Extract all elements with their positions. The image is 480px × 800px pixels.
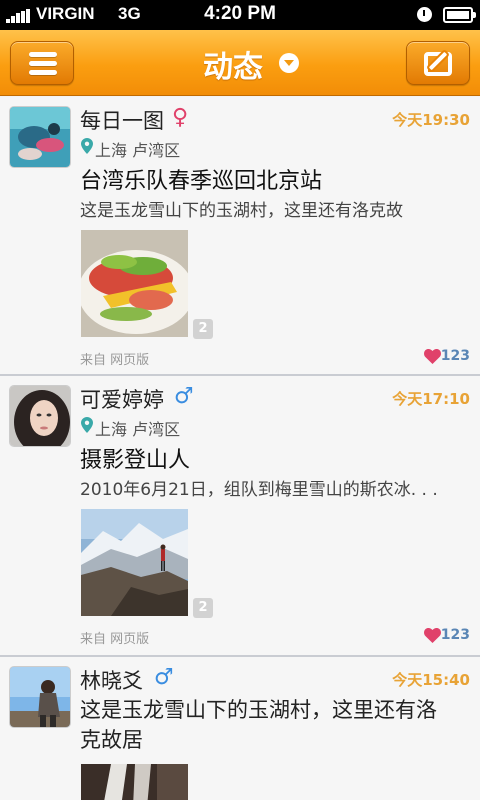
location-label: 上海 卢湾区: [95, 141, 181, 160]
feed-list: 每日一图 ♀ 今天19:30 上海 卢湾区 台湾乐队春季巡回北京站 这是玉龙雪山…: [0, 97, 480, 800]
avatar[interactable]: [9, 666, 71, 728]
post-photo[interactable]: [81, 230, 188, 337]
like-count: 123: [440, 627, 470, 643]
compose-button[interactable]: [406, 41, 470, 85]
female-icon: ♀: [172, 105, 189, 130]
like-count: 123: [440, 348, 470, 364]
post-time: 今天15:40: [392, 671, 470, 689]
male-icon: ♂: [154, 665, 174, 690]
location-pin-icon: [81, 138, 93, 154]
location-label: 上海 卢湾区: [95, 420, 181, 439]
image-count-badge: 2: [193, 319, 213, 339]
feed-item[interactable]: 可爱婷婷 ♂ 今天17:10 上海 卢湾区 摄影登山人 2010年6月21日，组…: [0, 376, 480, 657]
post-time: 今天17:10: [392, 390, 470, 408]
page-title[interactable]: 动态: [203, 42, 263, 86]
post-time: 今天19:30: [392, 111, 470, 129]
menu-button[interactable]: [10, 41, 74, 85]
username[interactable]: 每日一图: [80, 105, 164, 135]
location-pin-icon: [81, 417, 93, 433]
avatar[interactable]: [9, 385, 71, 447]
post-title: 摄影登山人: [80, 448, 191, 473]
alarm-icon: [417, 7, 432, 22]
nav-bar: 动态: [0, 30, 480, 96]
post-text: 2010年6月21日，组队到梅里雪山的斯农冰. . .: [80, 480, 438, 500]
feed-item[interactable]: 每日一图 ♀ 今天19:30 上海 卢湾区 台湾乐队春季巡回北京站 这是玉龙雪山…: [0, 97, 480, 376]
post-text: 这是玉龙雪山下的玉湖村，这里还有洛: [80, 698, 437, 722]
battery-icon: [443, 7, 476, 23]
status-bar: VIRGIN 3G 4:20 PM: [0, 0, 480, 30]
post-photo[interactable]: [81, 509, 188, 616]
avatar[interactable]: [9, 106, 71, 168]
post-title: 台湾乐队春季巡回北京站: [80, 169, 323, 194]
post-text: 这是玉龙雪山下的玉湖村，这里还有洛克故: [80, 201, 403, 221]
username[interactable]: 林晓爻: [80, 665, 143, 695]
image-count-badge: 2: [193, 598, 213, 618]
male-icon: ♂: [174, 384, 194, 409]
post-source: 来自 网页版: [80, 632, 150, 647]
heart-icon[interactable]: [424, 628, 441, 643]
clock: 4:20 PM: [204, 3, 276, 24]
dropdown-arrow-icon[interactable]: [279, 53, 299, 73]
post-text-continued: 克故居: [80, 728, 143, 752]
post-source: 来自 网页版: [80, 353, 150, 368]
username[interactable]: 可爱婷婷: [80, 384, 164, 414]
heart-icon[interactable]: [424, 349, 441, 364]
post-photo[interactable]: [81, 764, 188, 800]
feed-item[interactable]: 林晓爻 ♂ 今天15:40 这是玉龙雪山下的玉湖村，这里还有洛 克故居: [0, 657, 480, 800]
